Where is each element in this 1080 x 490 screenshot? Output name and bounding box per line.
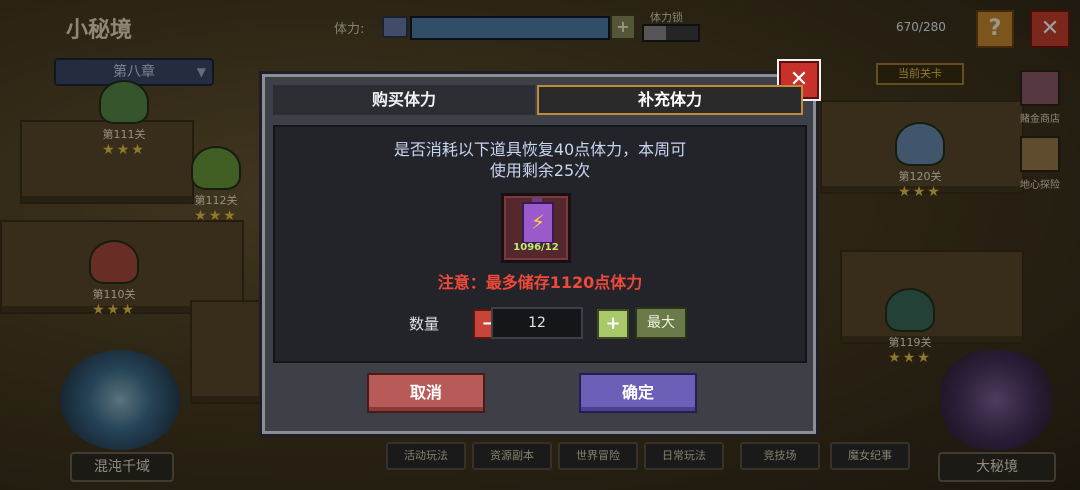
refill-panel: 是否消耗以下道具恢复40点体力，本周可 使用剩余25次 ⚡ 1096/12 注意…	[273, 125, 807, 363]
stamina-dialog: ✕ 购买体力 补充体力 是否消耗以下道具恢复40点体力，本周可 使用剩余25次 …	[262, 61, 819, 434]
lightning-icon: ⚡	[530, 210, 546, 234]
storage-warning: 注意：最多储存1120点体力	[437, 273, 643, 292]
quantity-label: 数量	[409, 315, 440, 333]
tab-refill-stamina[interactable]: 补充体力	[537, 85, 803, 115]
quantity-input[interactable]: 12	[491, 307, 583, 339]
dialog-tabs: 购买体力 补充体力	[273, 85, 803, 117]
max-quantity-button[interactable]: 最大	[635, 307, 687, 339]
energy-battery-icon: ⚡	[522, 198, 554, 244]
tab-buy-stamina[interactable]: 购买体力	[273, 85, 535, 115]
cancel-button[interactable]: 取消	[367, 373, 485, 413]
item-slot: ⚡ 1096/12	[501, 193, 571, 263]
prompt-line: 使用剩余25次	[489, 161, 591, 180]
prompt-line: 是否消耗以下道具恢复40点体力，本周可	[393, 140, 687, 159]
increase-quantity-button[interactable]: +	[597, 309, 629, 339]
confirm-button[interactable]: 确定	[579, 373, 697, 413]
item-count: 1096/12	[513, 242, 559, 253]
refill-prompt: 是否消耗以下道具恢复40点体力，本周可 使用剩余25次	[335, 139, 745, 181]
